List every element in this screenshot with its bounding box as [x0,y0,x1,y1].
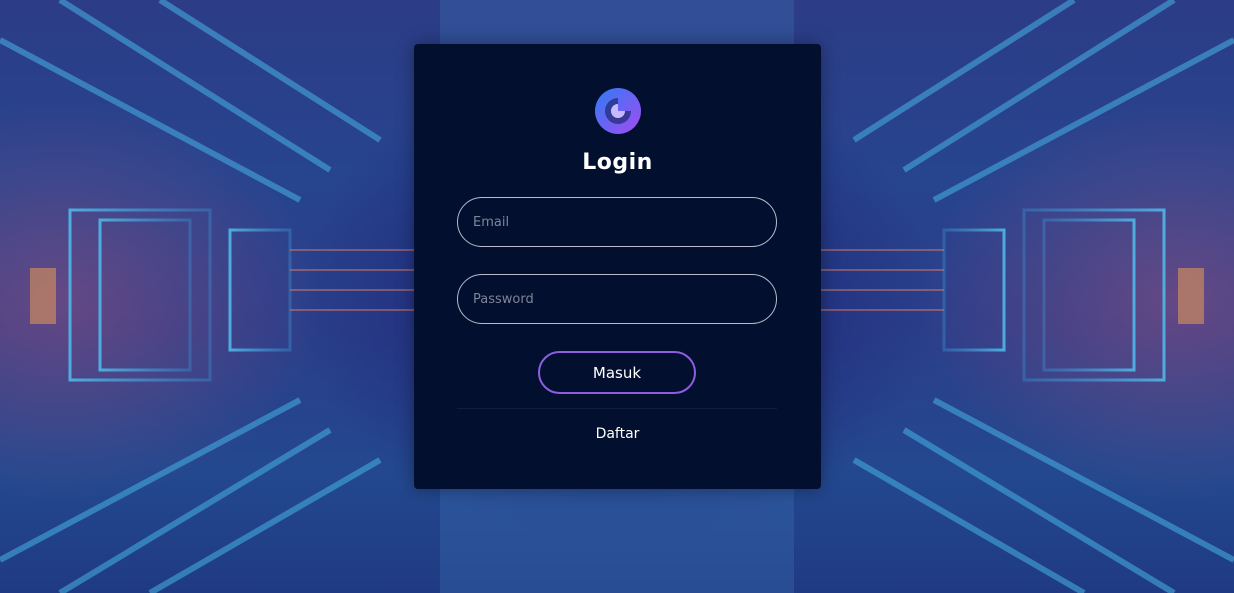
password-input[interactable] [457,274,777,324]
login-card: Login Masuk Daftar [414,44,821,489]
register-link[interactable]: Daftar [414,426,821,442]
swirl-logo-icon [595,88,641,134]
email-input[interactable] [457,197,777,247]
page-title: Login [582,150,653,175]
divider [457,408,777,409]
login-submit-button[interactable]: Masuk [538,351,696,394]
